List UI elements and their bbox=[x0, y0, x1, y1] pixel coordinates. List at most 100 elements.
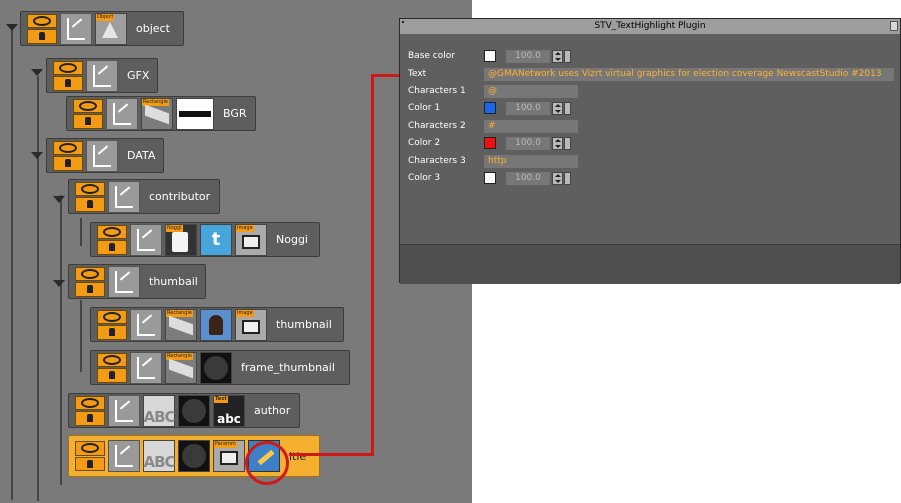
tree-node-noggi[interactable]: Noggi t Image Noggi bbox=[90, 222, 320, 257]
transformation-icon[interactable] bbox=[130, 308, 162, 341]
rectangle-thumbnail-icon[interactable]: Rectangle bbox=[165, 351, 197, 384]
node-label: frame_thumbnail bbox=[241, 361, 335, 374]
tree-line bbox=[80, 218, 82, 246]
row-color-1: Color 1 100.0 bbox=[408, 101, 571, 115]
tree-node-contributor[interactable]: contributor bbox=[68, 179, 220, 214]
transformation-icon[interactable] bbox=[108, 265, 140, 298]
node-label: author bbox=[254, 404, 291, 417]
visibility-lock-icon[interactable] bbox=[75, 181, 105, 212]
color-1-alpha-field[interactable]: 100.0 bbox=[506, 101, 550, 115]
collapse-arrow-icon[interactable] bbox=[6, 24, 18, 31]
rectangle-thumbnail-icon[interactable]: Rectangle bbox=[165, 308, 197, 341]
text-abc-thumbnail-icon[interactable]: ABC bbox=[143, 440, 176, 472]
spinner-arrows-icon[interactable] bbox=[552, 49, 563, 63]
color-2-alpha-field[interactable]: 100.0 bbox=[506, 136, 550, 150]
image-thumbnail-icon[interactable]: Image bbox=[235, 308, 267, 341]
visibility-lock-icon[interactable] bbox=[53, 60, 83, 91]
color-3-swatch[interactable] bbox=[484, 172, 496, 184]
base-color-alpha-field[interactable]: 100.0 bbox=[506, 49, 550, 63]
visibility-lock-icon[interactable] bbox=[27, 13, 57, 44]
tree-node-object[interactable]: Object object bbox=[20, 11, 184, 46]
tree-line bbox=[60, 195, 62, 485]
parameter-thumbnail-icon[interactable]: Paramm bbox=[213, 440, 245, 472]
noggi-thumbnail-icon[interactable]: Noggi bbox=[165, 223, 197, 256]
row-characters-3: Characters 3 http bbox=[408, 154, 578, 168]
image-thumbnail-icon[interactable]: Image bbox=[235, 223, 267, 256]
collapse-arrow-icon[interactable] bbox=[31, 69, 43, 76]
material-sphere-icon[interactable] bbox=[200, 351, 232, 384]
visibility-lock-icon[interactable] bbox=[75, 266, 105, 297]
label-characters-1: Characters 1 bbox=[408, 86, 466, 96]
text-plugin-icon[interactable]: Text abc bbox=[213, 394, 245, 427]
label-color-2: Color 2 bbox=[408, 138, 441, 148]
label-color-3: Color 3 bbox=[408, 173, 441, 183]
transformation-icon[interactable] bbox=[86, 139, 118, 172]
row-color-2: Color 2 100.0 bbox=[408, 136, 571, 150]
base-color-swatch[interactable] bbox=[484, 50, 496, 62]
visibility-lock-icon[interactable] bbox=[53, 140, 83, 171]
spinner-arrows-icon[interactable] bbox=[552, 136, 563, 150]
transformation-icon[interactable] bbox=[106, 97, 138, 130]
spinner-reset-icon[interactable] bbox=[564, 136, 571, 150]
row-color-3: Color 3 100.0 bbox=[408, 171, 571, 185]
visibility-lock-icon[interactable] bbox=[75, 395, 105, 426]
color-3-alpha-field[interactable]: 100.0 bbox=[506, 171, 550, 185]
transformation-icon[interactable] bbox=[60, 12, 92, 45]
tree-node-gfx[interactable]: GFX bbox=[46, 58, 158, 93]
collapse-arrow-icon[interactable] bbox=[31, 152, 43, 159]
row-characters-2: Characters 2 # bbox=[408, 119, 578, 133]
spinner-reset-icon[interactable] bbox=[564, 49, 571, 63]
photo-thumbnail-icon[interactable] bbox=[200, 308, 232, 341]
visibility-lock-icon[interactable] bbox=[97, 309, 127, 340]
transformation-icon[interactable] bbox=[108, 440, 140, 472]
plugin-editor-panel: STV_TextHighlight Plugin Base color 100.… bbox=[399, 18, 901, 284]
spinner-arrows-icon[interactable] bbox=[552, 171, 563, 185]
highlight-circle bbox=[245, 441, 289, 485]
panel-close-icon[interactable] bbox=[890, 21, 898, 31]
tree-node-thumbnail[interactable]: Rectangle Image thumbnail bbox=[90, 307, 344, 342]
collapse-arrow-icon[interactable] bbox=[53, 280, 65, 287]
transformation-icon[interactable] bbox=[108, 394, 140, 427]
color-2-swatch[interactable] bbox=[484, 137, 496, 149]
panel-grip-icon bbox=[402, 21, 404, 23]
connector-line bbox=[289, 453, 373, 456]
visibility-lock-icon[interactable] bbox=[73, 98, 103, 129]
collapse-arrow-icon[interactable] bbox=[53, 196, 65, 203]
tree-node-thumbail[interactable]: thumbail bbox=[68, 264, 206, 299]
transformation-icon[interactable] bbox=[86, 59, 118, 92]
transformation-icon[interactable] bbox=[108, 180, 140, 213]
node-label: DATA bbox=[127, 149, 156, 162]
material-thumbnail-icon[interactable] bbox=[176, 97, 214, 130]
tree-node-frame-thumbnail[interactable]: Rectangle frame_thumbnail bbox=[90, 350, 350, 385]
visibility-lock-icon[interactable] bbox=[97, 352, 127, 383]
characters-1-input[interactable]: @ bbox=[484, 84, 578, 98]
tree-node-data[interactable]: DATA bbox=[46, 138, 164, 173]
visibility-lock-icon[interactable] bbox=[75, 441, 105, 471]
node-label: GFX bbox=[127, 69, 150, 82]
object-thumbnail-icon[interactable]: Object bbox=[95, 12, 127, 45]
material-sphere-icon[interactable] bbox=[178, 394, 210, 427]
transformation-icon[interactable] bbox=[130, 351, 162, 384]
tree-node-author[interactable]: ABC Text abc author bbox=[68, 393, 300, 428]
visibility-lock-icon[interactable] bbox=[97, 224, 127, 255]
characters-3-input[interactable]: http bbox=[484, 154, 578, 168]
text-input[interactable]: @GMANetwork uses Vizrt virtual graphics … bbox=[484, 67, 894, 81]
text-abc-thumbnail-icon[interactable]: ABC bbox=[143, 394, 176, 427]
spinner-reset-icon[interactable] bbox=[564, 171, 571, 185]
tree-line bbox=[37, 76, 39, 161]
spinner-reset-icon[interactable] bbox=[564, 101, 571, 115]
tree-node-bgr[interactable]: Rectangle BGR bbox=[66, 96, 256, 131]
plugin-footer bbox=[400, 244, 900, 284]
connector-line bbox=[371, 74, 374, 456]
node-label: thumbail bbox=[149, 275, 198, 288]
material-sphere-icon[interactable] bbox=[178, 440, 210, 472]
characters-2-input[interactable]: # bbox=[484, 119, 578, 133]
label-color-1: Color 1 bbox=[408, 103, 441, 113]
plugin-title-bar: STV_TextHighlight Plugin bbox=[400, 19, 900, 34]
twitter-icon[interactable]: t bbox=[200, 223, 232, 256]
transformation-icon[interactable] bbox=[130, 223, 162, 256]
rectangle-thumbnail-icon[interactable]: Rectangle bbox=[141, 97, 173, 130]
spinner-arrows-icon[interactable] bbox=[552, 101, 563, 115]
color-1-swatch[interactable] bbox=[484, 102, 496, 114]
node-label: contributor bbox=[149, 190, 211, 203]
